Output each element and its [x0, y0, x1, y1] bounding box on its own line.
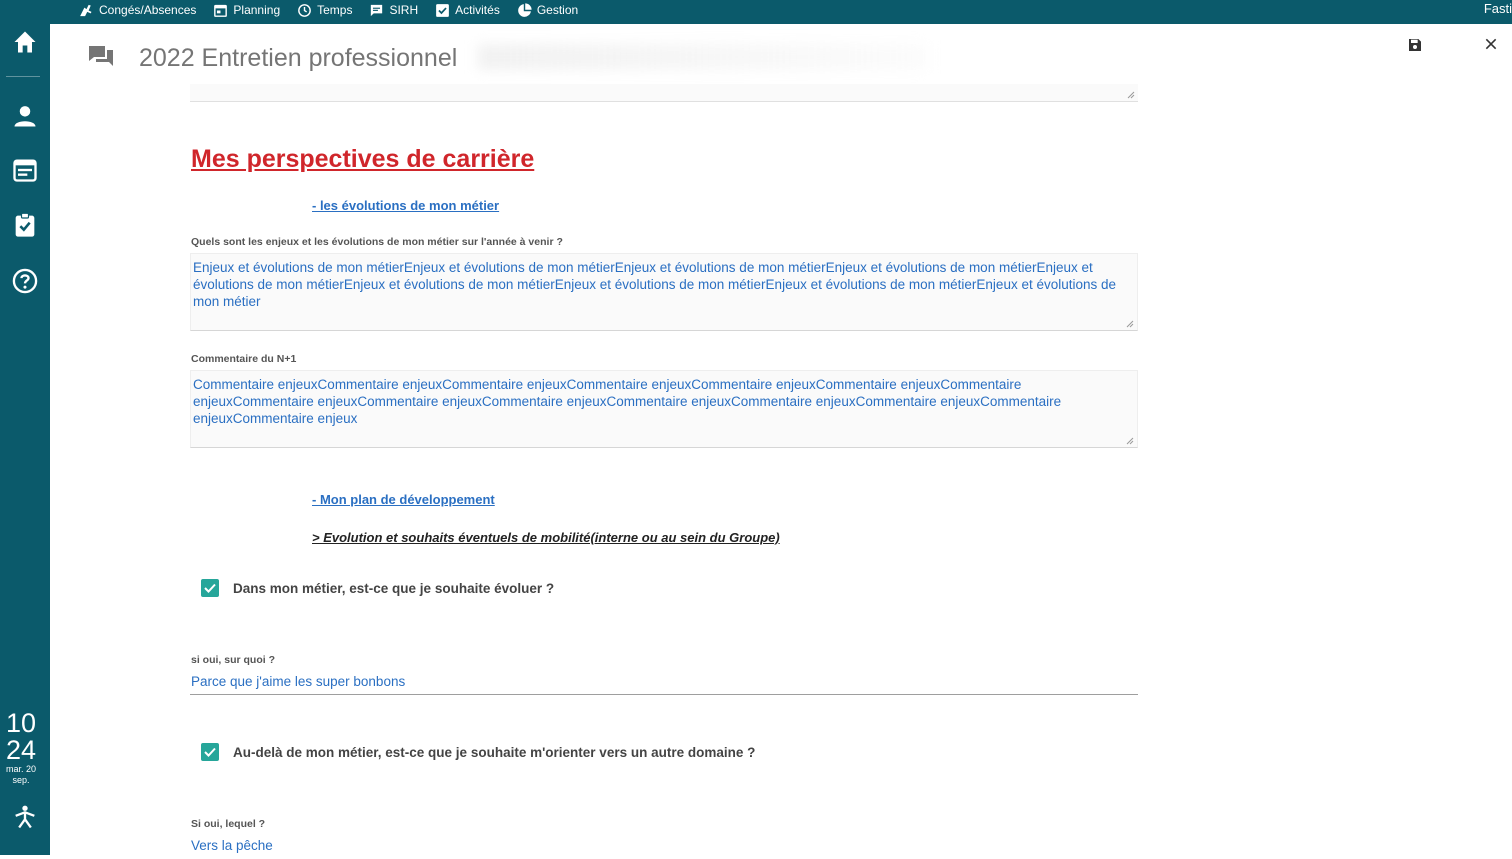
lequel-input[interactable]: Vers la pêche: [190, 835, 1138, 859]
enjeux-textarea[interactable]: Enjeux et évolutions de mon métierEnjeux…: [190, 253, 1138, 331]
sidebar-home[interactable]: [7, 24, 43, 60]
figure-icon: [15, 805, 35, 829]
plane-person-icon: [80, 4, 92, 16]
help-icon: [12, 268, 38, 294]
nav-gestion[interactable]: Gestion: [516, 0, 578, 20]
nav-sirh[interactable]: SIRH: [368, 0, 418, 20]
sidebar: 10 24 mar. 20 sep.: [0, 24, 50, 855]
top-bar: Congés/Absences Planning Temps SIRH Acti…: [0, 0, 1512, 24]
clipboard-check-icon: [15, 212, 35, 237]
resize-grip-icon: [1127, 91, 1135, 99]
nav-activites[interactable]: Activités: [434, 0, 500, 20]
nav-label: Temps: [317, 3, 353, 17]
sidebar-tasks[interactable]: [7, 207, 43, 243]
clock-minute: 24: [5, 735, 37, 765]
checkbox-icon: [436, 3, 450, 17]
surquoi-input[interactable]: Parce que j'aime les super bonbons: [190, 671, 1138, 695]
sidebar-clock: 10 24 mar. 20 sep.: [0, 710, 42, 786]
clock-date-line1: mar. 20: [5, 764, 36, 774]
resize-grip-icon: [1126, 437, 1134, 445]
checkmark-icon: [204, 747, 216, 757]
nav-label: SIRH: [389, 3, 419, 17]
check-row-evoluer: Dans mon métier, est-ce que je souhaite …: [201, 579, 554, 597]
link-plan-developpement[interactable]: - Mon plan de développement: [312, 492, 495, 507]
person-icon: [14, 106, 36, 127]
nav-label: Activités: [455, 3, 500, 17]
sidebar-profile[interactable]: [7, 98, 43, 134]
clock-date-line2: sep.: [12, 775, 30, 785]
home-icon: [14, 31, 36, 53]
pie-chart-icon: [517, 2, 532, 17]
redacted-area: [478, 44, 928, 70]
enjeux-value: Enjeux et évolutions de mon métierEnjeux…: [193, 260, 1117, 309]
page-title: 2022 Entretien professionnel: [139, 44, 458, 72]
forum-icon: [89, 46, 113, 66]
calendar-icon: [214, 4, 228, 17]
clock-hour: 10: [5, 708, 37, 738]
mobility-subtitle: > Evolution et souhaits éventuels de mob…: [312, 530, 780, 545]
checkbox-evoluer[interactable]: [201, 579, 219, 597]
sidebar-figure[interactable]: [7, 799, 43, 835]
surquoi-value: Parce que j'aime les super bonbons: [191, 674, 406, 689]
nav-temps[interactable]: Temps: [296, 0, 352, 20]
nav-label: Congés/Absences: [99, 3, 197, 17]
nav-planning[interactable]: Planning: [212, 0, 280, 20]
close-icon[interactable]: [1483, 36, 1499, 52]
nav-label: Gestion: [536, 3, 579, 17]
resize-grip-icon: [1126, 320, 1134, 328]
lequel-value: Vers la pêche: [191, 838, 273, 853]
clock-icon: [298, 3, 311, 17]
enjeux-label: Quels sont les enjeux et les évolutions …: [191, 236, 563, 248]
checkbox-autre-domaine[interactable]: [201, 743, 219, 761]
checkbox-evoluer-label: Dans mon métier, est-ce que je souhaite …: [233, 580, 555, 596]
link-evolutions-metier[interactable]: - les évolutions de mon métier: [312, 198, 499, 213]
chat-icon: [371, 4, 383, 16]
checkbox-autre-domaine-label: Au-delà de mon métier, est-ce que je sou…: [233, 744, 756, 760]
sidebar-help[interactable]: [7, 263, 43, 299]
previous-textarea-edge[interactable]: [190, 84, 1138, 102]
comment-textarea[interactable]: Commentaire enjeuxCommentaire enjeuxComm…: [190, 370, 1138, 448]
sidebar-calendar[interactable]: [7, 152, 43, 188]
sidebar-divider: [6, 76, 40, 77]
comment-value: Commentaire enjeuxCommentaire enjeuxComm…: [193, 377, 1062, 426]
save-icon[interactable]: [1407, 37, 1423, 53]
surquoi-label: si oui, sur quoi ?: [191, 654, 275, 666]
nav-conges-absences[interactable]: Congés/Absences: [78, 0, 196, 20]
lequel-label: Si oui, lequel ?: [191, 818, 266, 830]
check-row-autre-domaine: Au-delà de mon métier, est-ce que je sou…: [201, 743, 755, 761]
top-right-text: Fasti: [1483, 1, 1512, 16]
calendar-icon: [13, 159, 37, 182]
top-nav: Congés/Absences Planning Temps SIRH Acti…: [78, 0, 594, 20]
page-header: 2022 Entretien professionnel: [50, 24, 1512, 92]
comment-label: Commentaire du N+1: [191, 353, 297, 365]
section-title: Mes perspectives de carrière: [191, 145, 535, 173]
checkmark-icon: [204, 583, 216, 593]
nav-label: Planning: [233, 3, 281, 17]
